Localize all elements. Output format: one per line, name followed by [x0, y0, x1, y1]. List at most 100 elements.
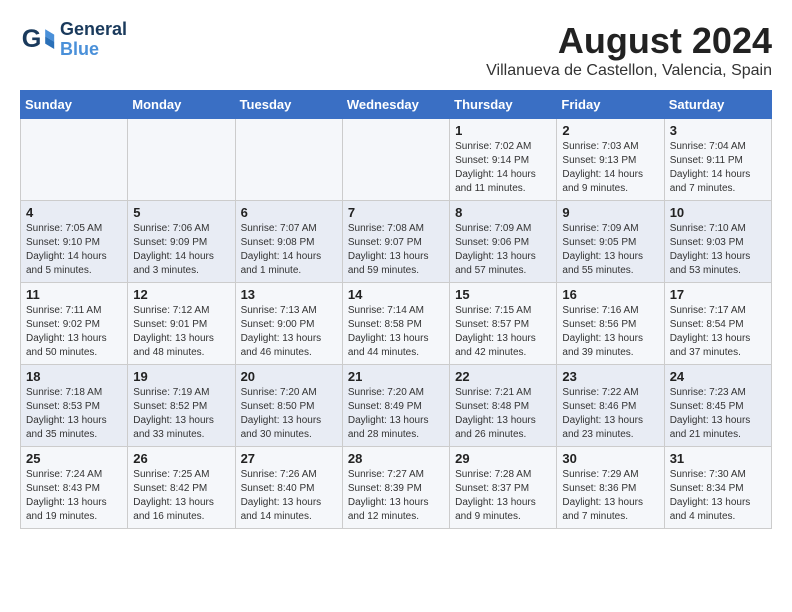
day-info: Sunrise: 7:28 AM Sunset: 8:37 PM Dayligh… — [455, 468, 551, 524]
calendar-cell: 19 Sunrise: 7:19 AM Sunset: 8:52 PM Dayli… — [128, 365, 235, 447]
calendar-cell — [21, 119, 128, 201]
calendar-cell: 21 Sunrise: 7:20 AM Sunset: 8:49 PM Dayli… — [342, 365, 449, 447]
calendar-cell — [342, 119, 449, 201]
calendar-cell: 31 Sunrise: 7:30 AM Sunset: 8:34 PM Dayli… — [664, 447, 771, 529]
day-info: Sunrise: 7:10 AM Sunset: 9:03 PM Dayligh… — [670, 222, 766, 278]
day-info: Sunrise: 7:11 AM Sunset: 9:02 PM Dayligh… — [26, 304, 122, 360]
day-info: Sunrise: 7:05 AM Sunset: 9:10 PM Dayligh… — [26, 222, 122, 278]
day-info: Sunrise: 7:16 AM Sunset: 8:56 PM Dayligh… — [562, 304, 658, 360]
calendar-cell: 13 Sunrise: 7:13 AM Sunset: 9:00 PM Dayli… — [235, 283, 342, 365]
calendar-cell: 30 Sunrise: 7:29 AM Sunset: 8:36 PM Dayli… — [557, 447, 664, 529]
day-number: 20 — [241, 369, 337, 384]
day-number: 24 — [670, 369, 766, 384]
logo-line1: General — [60, 20, 127, 40]
calendar-cell: 4 Sunrise: 7:05 AM Sunset: 9:10 PM Daylig… — [21, 201, 128, 283]
day-info: Sunrise: 7:04 AM Sunset: 9:11 PM Dayligh… — [670, 140, 766, 196]
day-info: Sunrise: 7:24 AM Sunset: 8:43 PM Dayligh… — [26, 468, 122, 524]
day-number: 25 — [26, 451, 122, 466]
day-number: 30 — [562, 451, 658, 466]
weekday-header-friday: Friday — [557, 91, 664, 119]
day-number: 2 — [562, 123, 658, 138]
day-info: Sunrise: 7:19 AM Sunset: 8:52 PM Dayligh… — [133, 386, 229, 442]
day-number: 12 — [133, 287, 229, 302]
day-number: 22 — [455, 369, 551, 384]
day-info: Sunrise: 7:27 AM Sunset: 8:39 PM Dayligh… — [348, 468, 444, 524]
calendar-cell: 18Sunrise: 7:18 AM Sunset: 8:53 PM Dayli… — [21, 365, 128, 447]
day-number: 26 — [133, 451, 229, 466]
calendar-cell: 12 Sunrise: 7:12 AM Sunset: 9:01 PM Dayli… — [128, 283, 235, 365]
calendar-cell: 27Sunrise: 7:26 AM Sunset: 8:40 PM Dayli… — [235, 447, 342, 529]
calendar-cell — [128, 119, 235, 201]
day-info: Sunrise: 7:23 AM Sunset: 8:45 PM Dayligh… — [670, 386, 766, 442]
day-number: 11 — [26, 287, 122, 302]
calendar-cell: 6 Sunrise: 7:07 AM Sunset: 9:08 PM Daylig… — [235, 201, 342, 283]
weekday-header-wednesday: Wednesday — [342, 91, 449, 119]
weekday-row: SundayMondayTuesdayWednesdayThursdayFrid… — [21, 91, 772, 119]
day-number: 13 — [241, 287, 337, 302]
day-info: Sunrise: 7:30 AM Sunset: 8:34 PM Dayligh… — [670, 468, 766, 524]
calendar-cell: 5 Sunrise: 7:06 AM Sunset: 9:09 PM Daylig… — [128, 201, 235, 283]
day-info: Sunrise: 7:03 AM Sunset: 9:13 PM Dayligh… — [562, 140, 658, 196]
calendar-cell: 26Sunrise: 7:25 AM Sunset: 8:42 PM Dayli… — [128, 447, 235, 529]
calendar-week-1: 1Sunrise: 7:02 AM Sunset: 9:14 PM Daylig… — [21, 119, 772, 201]
weekday-header-monday: Monday — [128, 91, 235, 119]
day-number: 5 — [133, 205, 229, 220]
day-number: 8 — [455, 205, 551, 220]
day-info: Sunrise: 7:08 AM Sunset: 9:07 PM Dayligh… — [348, 222, 444, 278]
day-number: 21 — [348, 369, 444, 384]
calendar-cell: 16Sunrise: 7:16 AM Sunset: 8:56 PM Dayli… — [557, 283, 664, 365]
calendar-cell: 23 Sunrise: 7:22 AM Sunset: 8:46 PM Dayli… — [557, 365, 664, 447]
day-info: Sunrise: 7:15 AM Sunset: 8:57 PM Dayligh… — [455, 304, 551, 360]
weekday-header-tuesday: Tuesday — [235, 91, 342, 119]
weekday-header-sunday: Sunday — [21, 91, 128, 119]
day-number: 28 — [348, 451, 444, 466]
logo-line2: Blue — [60, 40, 127, 60]
day-info: Sunrise: 7:21 AM Sunset: 8:48 PM Dayligh… — [455, 386, 551, 442]
calendar-cell: 15 Sunrise: 7:15 AM Sunset: 8:57 PM Dayli… — [450, 283, 557, 365]
day-number: 15 — [455, 287, 551, 302]
day-info: Sunrise: 7:22 AM Sunset: 8:46 PM Dayligh… — [562, 386, 658, 442]
day-info: Sunrise: 7:13 AM Sunset: 9:00 PM Dayligh… — [241, 304, 337, 360]
calendar-table: SundayMondayTuesdayWednesdayThursdayFrid… — [20, 90, 772, 529]
calendar-body: 1Sunrise: 7:02 AM Sunset: 9:14 PM Daylig… — [21, 119, 772, 529]
calendar-header: SundayMondayTuesdayWednesdayThursdayFrid… — [21, 91, 772, 119]
calendar-week-4: 18Sunrise: 7:18 AM Sunset: 8:53 PM Dayli… — [21, 365, 772, 447]
weekday-header-saturday: Saturday — [664, 91, 771, 119]
day-info: Sunrise: 7:06 AM Sunset: 9:09 PM Dayligh… — [133, 222, 229, 278]
day-info: Sunrise: 7:07 AM Sunset: 9:08 PM Dayligh… — [241, 222, 337, 278]
calendar-cell: 8 Sunrise: 7:09 AM Sunset: 9:06 PM Daylig… — [450, 201, 557, 283]
calendar-cell: 9Sunrise: 7:09 AM Sunset: 9:05 PM Daylig… — [557, 201, 664, 283]
day-number: 18 — [26, 369, 122, 384]
calendar-week-5: 25 Sunrise: 7:24 AM Sunset: 8:43 PM Dayli… — [21, 447, 772, 529]
day-info: Sunrise: 7:20 AM Sunset: 8:49 PM Dayligh… — [348, 386, 444, 442]
calendar-cell: 24 Sunrise: 7:23 AM Sunset: 8:45 PM Dayli… — [664, 365, 771, 447]
weekday-header-thursday: Thursday — [450, 91, 557, 119]
day-info: Sunrise: 7:29 AM Sunset: 8:36 PM Dayligh… — [562, 468, 658, 524]
day-info: Sunrise: 7:20 AM Sunset: 8:50 PM Dayligh… — [241, 386, 337, 442]
day-info: Sunrise: 7:12 AM Sunset: 9:01 PM Dayligh… — [133, 304, 229, 360]
calendar-cell: 14 Sunrise: 7:14 AM Sunset: 8:58 PM Dayli… — [342, 283, 449, 365]
day-info: Sunrise: 7:14 AM Sunset: 8:58 PM Dayligh… — [348, 304, 444, 360]
calendar-cell: 2 Sunrise: 7:03 AM Sunset: 9:13 PM Daylig… — [557, 119, 664, 201]
calendar-cell: 3 Sunrise: 7:04 AM Sunset: 9:11 PM Daylig… — [664, 119, 771, 201]
day-number: 31 — [670, 451, 766, 466]
calendar-cell: 17Sunrise: 7:17 AM Sunset: 8:54 PM Dayli… — [664, 283, 771, 365]
day-number: 10 — [670, 205, 766, 220]
day-number: 23 — [562, 369, 658, 384]
day-number: 19 — [133, 369, 229, 384]
day-number: 27 — [241, 451, 337, 466]
day-info: Sunrise: 7:09 AM Sunset: 9:05 PM Dayligh… — [562, 222, 658, 278]
day-number: 3 — [670, 123, 766, 138]
calendar-cell: 25 Sunrise: 7:24 AM Sunset: 8:43 PM Dayli… — [21, 447, 128, 529]
location-title: Villanueva de Castellon, Valencia, Spain — [486, 62, 772, 80]
calendar-cell: 1Sunrise: 7:02 AM Sunset: 9:14 PM Daylig… — [450, 119, 557, 201]
day-info: Sunrise: 7:02 AM Sunset: 9:14 PM Dayligh… — [455, 140, 551, 196]
calendar-cell: 11 Sunrise: 7:11 AM Sunset: 9:02 PM Dayli… — [21, 283, 128, 365]
day-number: 6 — [241, 205, 337, 220]
calendar-cell: 22 Sunrise: 7:21 AM Sunset: 8:48 PM Dayli… — [450, 365, 557, 447]
calendar-week-3: 11 Sunrise: 7:11 AM Sunset: 9:02 PM Dayli… — [21, 283, 772, 365]
day-number: 14 — [348, 287, 444, 302]
day-info: Sunrise: 7:09 AM Sunset: 9:06 PM Dayligh… — [455, 222, 551, 278]
calendar-cell: 28 Sunrise: 7:27 AM Sunset: 8:39 PM Dayli… — [342, 447, 449, 529]
day-number: 4 — [26, 205, 122, 220]
